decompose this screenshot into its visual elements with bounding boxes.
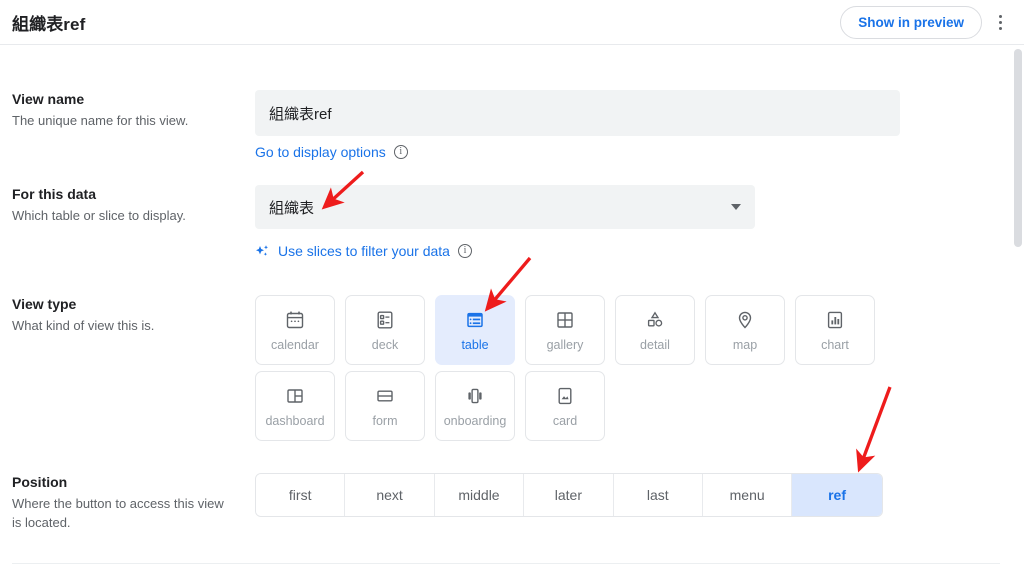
- chevron-down-icon: [731, 204, 741, 210]
- position-option-first[interactable]: first: [256, 474, 345, 516]
- view-type-option-map[interactable]: map: [705, 295, 785, 365]
- show-in-preview-button[interactable]: Show in preview: [840, 6, 982, 39]
- view-type-tiles-row-2: dashboard form: [255, 371, 875, 441]
- for-this-data-label-group: For this data Which table or slice to di…: [12, 185, 242, 225]
- view-type-label-deck: deck: [372, 338, 398, 352]
- view-type-label-onboarding: onboarding: [444, 414, 507, 428]
- view-type-option-onboarding[interactable]: onboarding: [435, 371, 515, 441]
- appsheet-view-settings-page: 組織表ref Show in preview View name The uni…: [0, 0, 1024, 576]
- vertical-scrollbar[interactable]: [1012, 45, 1024, 576]
- view-name-label: View name: [12, 90, 242, 109]
- data-source-select[interactable]: 組織表: [255, 185, 755, 229]
- position-option-last[interactable]: last: [614, 474, 703, 516]
- position-segmented-control: first next middle later last menu ref: [255, 473, 883, 517]
- scrollbar-thumb[interactable]: [1014, 49, 1022, 247]
- view-name-label-group: View name The unique name for this view.: [12, 90, 242, 130]
- view-type-label-form: form: [373, 414, 398, 428]
- position-option-next[interactable]: next: [345, 474, 434, 516]
- view-type-label-calendar: calendar: [271, 338, 319, 352]
- data-source-selected-value: 組織表: [269, 197, 314, 218]
- kebab-menu-icon[interactable]: [986, 6, 1014, 38]
- page-header: 組織表ref Show in preview: [0, 0, 1024, 45]
- position-option-later[interactable]: later: [524, 474, 613, 516]
- view-type-label-detail: detail: [640, 338, 670, 352]
- view-type-option-table[interactable]: table: [435, 295, 515, 365]
- view-name-field-group: 組織表ref Go to display options i: [255, 90, 900, 160]
- view-type-option-deck[interactable]: deck: [345, 295, 425, 365]
- form-icon: [374, 385, 396, 407]
- view-type-label-map: map: [733, 338, 757, 352]
- view-type-label-gallery: gallery: [547, 338, 584, 352]
- go-to-display-options-label[interactable]: Go to display options: [255, 144, 386, 160]
- info-icon[interactable]: i: [394, 145, 408, 159]
- onboarding-icon: [464, 385, 486, 407]
- view-type-description: What kind of view this is.: [12, 316, 242, 335]
- position-option-ref[interactable]: ref: [792, 474, 881, 516]
- view-type-option-gallery[interactable]: gallery: [525, 295, 605, 365]
- view-type-label-group: View type What kind of view this is.: [12, 295, 242, 335]
- chart-icon: [824, 309, 846, 331]
- card-icon: [554, 385, 576, 407]
- view-name-description: The unique name for this view.: [12, 111, 242, 130]
- view-type-label-dashboard: dashboard: [265, 414, 324, 428]
- info-icon[interactable]: i: [458, 244, 472, 258]
- view-type-label: View type: [12, 295, 242, 314]
- use-slices-link[interactable]: Use slices to filter your data i: [255, 243, 755, 259]
- detail-icon: [644, 309, 666, 331]
- for-this-data-label: For this data: [12, 185, 242, 204]
- deck-icon: [374, 309, 396, 331]
- view-type-label-chart: chart: [821, 338, 849, 352]
- for-this-data-description: Which table or slice to display.: [12, 206, 242, 225]
- view-type-option-card[interactable]: card: [525, 371, 605, 441]
- position-label: Position: [12, 473, 242, 492]
- header-actions: Show in preview: [840, 6, 1024, 39]
- page-title: 組織表ref: [12, 10, 85, 35]
- gallery-icon: [554, 309, 576, 331]
- view-type-option-calendar[interactable]: calendar: [255, 295, 335, 365]
- view-type-tiles: calendar deck: [255, 295, 875, 441]
- calendar-icon: [284, 309, 306, 331]
- view-type-option-chart[interactable]: chart: [795, 295, 875, 365]
- go-to-display-options-link[interactable]: Go to display options i: [255, 144, 900, 160]
- table-icon: [464, 309, 486, 331]
- view-type-label-table: table: [461, 338, 488, 352]
- view-name-input[interactable]: 組織表ref: [255, 90, 900, 136]
- view-type-option-detail[interactable]: detail: [615, 295, 695, 365]
- view-type-option-form[interactable]: form: [345, 371, 425, 441]
- sparkle-icon: [255, 244, 270, 259]
- map-pin-icon: [734, 309, 756, 331]
- position-option-menu[interactable]: menu: [703, 474, 792, 516]
- bottom-divider: [12, 563, 1000, 564]
- use-slices-label[interactable]: Use slices to filter your data: [278, 243, 450, 259]
- view-type-tiles-row-1: calendar deck: [255, 295, 875, 365]
- dashboard-icon: [284, 385, 306, 407]
- settings-scroll-area: View name The unique name for this view.…: [0, 45, 1024, 576]
- position-option-middle[interactable]: middle: [435, 474, 524, 516]
- view-type-option-dashboard[interactable]: dashboard: [255, 371, 335, 441]
- position-description: Where the button to access this view is …: [12, 494, 224, 532]
- view-type-label-card: card: [553, 414, 577, 428]
- position-label-group: Position Where the button to access this…: [12, 473, 242, 532]
- position-field-group: first next middle later last menu ref: [255, 473, 883, 517]
- for-this-data-field-group: 組織表 Use slices to filter your data i: [255, 185, 755, 259]
